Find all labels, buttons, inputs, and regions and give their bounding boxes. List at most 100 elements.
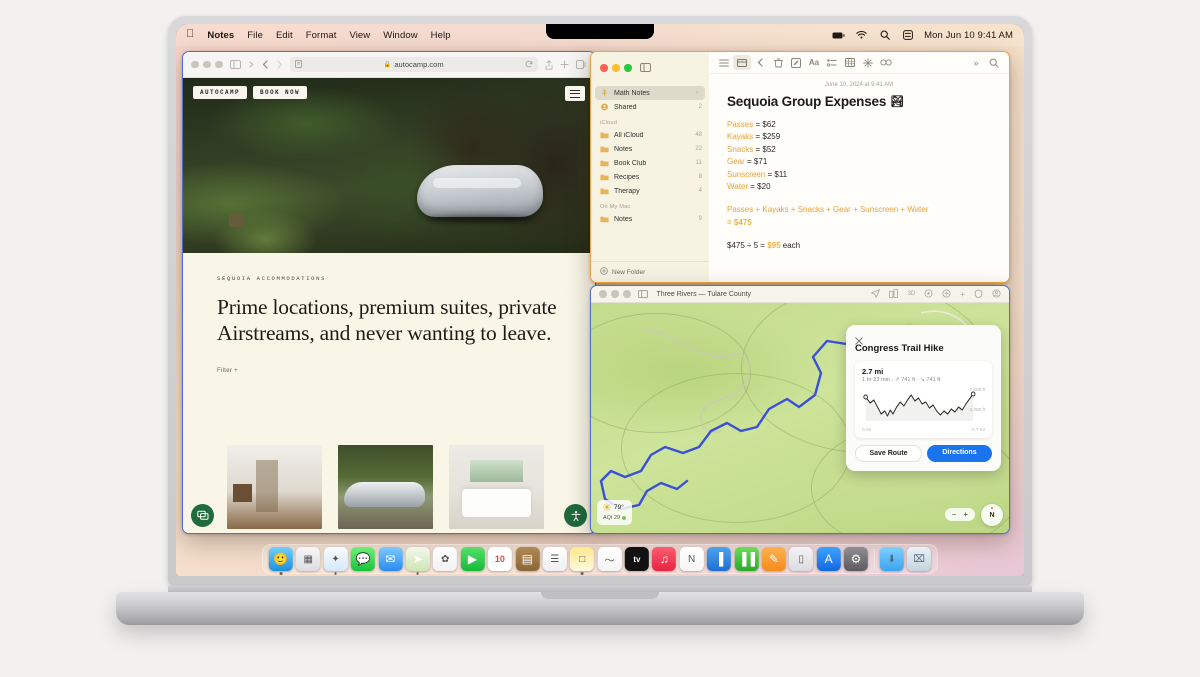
notes-window[interactable]: Math Notes › Shared 2 iCloud All iCloud … bbox=[590, 51, 1010, 283]
dock-item-appletv[interactable]: tv bbox=[624, 547, 649, 571]
list-view-icon[interactable] bbox=[715, 55, 733, 70]
chat-icon[interactable] bbox=[191, 504, 214, 527]
zoom-out-button[interactable]: − bbox=[952, 510, 957, 519]
address-bar[interactable]: 🔒 autocamp.com bbox=[289, 57, 538, 72]
map-zoom-control[interactable]: − + bbox=[944, 508, 975, 521]
hamburger-menu-icon[interactable] bbox=[565, 86, 585, 101]
save-route-button[interactable]: Save Route bbox=[855, 445, 922, 462]
dock-item-music[interactable]: ♫ bbox=[652, 547, 677, 571]
maps-traffic-lights[interactable] bbox=[599, 290, 631, 298]
gallery-view-icon[interactable] bbox=[733, 55, 751, 70]
sidebar-toggle-icon[interactable] bbox=[637, 286, 648, 303]
dock-item-messages[interactable]: 💬 bbox=[350, 547, 375, 571]
back-button[interactable] bbox=[262, 60, 269, 69]
wifi-icon[interactable] bbox=[855, 30, 868, 41]
compose-icon[interactable] bbox=[787, 55, 805, 70]
dock[interactable]: 🙂 ▦ ✦ 💬 ✉ ➤ ✿ ▶ 10 ▤ ☰ □ 〜 tv ♫ N ▐ ▐▐ ✎ ▯ A ⚙ ⬇ ⌧ bbox=[261, 544, 939, 574]
dock-item-reminders[interactable]: ☰ bbox=[542, 547, 567, 571]
table-icon[interactable] bbox=[841, 55, 859, 70]
menu-item-help[interactable]: Help bbox=[431, 30, 451, 41]
menu-bar-clock[interactable]: Mon Jun 10 9:41 AM bbox=[924, 30, 1013, 41]
apple-menu-icon[interactable]:  bbox=[186, 28, 194, 40]
back-chevron-icon[interactable] bbox=[751, 55, 769, 70]
sidebar-toggle-icon[interactable] bbox=[229, 60, 241, 69]
control-center-icon[interactable] bbox=[901, 30, 914, 41]
maps-window[interactable]: Three Rivers — Tulare County 3D + 79° AQ… bbox=[590, 285, 1010, 534]
attachment-icon[interactable] bbox=[859, 55, 877, 70]
battery-icon[interactable] bbox=[832, 30, 845, 41]
menu-item-window[interactable]: Window bbox=[383, 30, 417, 41]
dock-item-system-settings[interactable]: ⚙ bbox=[844, 547, 869, 571]
thumbnail-interior[interactable] bbox=[227, 445, 322, 529]
menu-item-format[interactable]: Format bbox=[306, 30, 337, 41]
reload-icon[interactable] bbox=[525, 60, 533, 70]
location-icon[interactable] bbox=[870, 286, 880, 303]
tab-overview-chevron-icon[interactable] bbox=[248, 61, 255, 68]
dock-item-maps[interactable]: ➤ bbox=[405, 547, 430, 571]
accessibility-icon[interactable] bbox=[564, 504, 587, 527]
dock-item-launchpad[interactable]: ▦ bbox=[296, 547, 321, 571]
safari-traffic-lights[interactable] bbox=[191, 60, 223, 69]
dock-item-photos[interactable]: ✿ bbox=[433, 547, 458, 571]
sidebar-toggle-icon[interactable] bbox=[639, 59, 651, 77]
dock-item-calendar[interactable]: 10 bbox=[487, 547, 512, 571]
dock-item-freeform[interactable]: 〜 bbox=[597, 547, 622, 571]
dock-item-keynote[interactable]: ▐ bbox=[707, 547, 732, 571]
map-canvas[interactable]: Giant Forest Trailhead 79° AQI 29 bbox=[591, 303, 1009, 533]
menu-item-file[interactable]: File bbox=[247, 30, 263, 41]
rotate-icon[interactable]: 3D bbox=[908, 291, 916, 297]
site-logo[interactable]: AUTOCAMP bbox=[193, 86, 248, 99]
dock-item-pages[interactable]: ✎ bbox=[761, 547, 786, 571]
dock-item-trash[interactable]: ⌧ bbox=[907, 547, 932, 571]
search-icon[interactable] bbox=[985, 55, 1003, 70]
collaborate-icon[interactable] bbox=[877, 55, 895, 70]
search-icon[interactable] bbox=[878, 30, 891, 41]
trail-detail-card[interactable]: Congress Trail Hike 2.7 mi 1 hr 23 min ·… bbox=[846, 325, 1001, 471]
account-icon[interactable] bbox=[992, 286, 1001, 303]
weather-widget[interactable]: 79° AQI 29 bbox=[597, 499, 633, 525]
close-icon[interactable] bbox=[855, 332, 863, 345]
book-now-button[interactable]: BOOK NOW bbox=[253, 86, 308, 99]
dock-item-mail[interactable]: ✉ bbox=[378, 547, 403, 571]
delete-icon[interactable] bbox=[769, 55, 787, 70]
compass-control[interactable]: N bbox=[981, 504, 1003, 526]
dock-item-notes[interactable]: □ bbox=[570, 547, 595, 571]
menu-item-edit[interactable]: Edit bbox=[276, 30, 293, 41]
share-icon[interactable] bbox=[942, 286, 951, 303]
menu-item-notes[interactable]: Notes bbox=[207, 30, 234, 41]
dock-item-news[interactable]: N bbox=[679, 547, 704, 571]
checklist-icon[interactable] bbox=[823, 55, 841, 70]
sidebar-item-math-notes[interactable]: Math Notes › bbox=[595, 86, 705, 100]
sidebar-item-book-club[interactable]: Book Club 11 bbox=[591, 156, 709, 170]
3d-icon[interactable] bbox=[888, 286, 899, 303]
dock-item-iphone-mirroring[interactable]: ▯ bbox=[789, 547, 814, 571]
filter-control[interactable]: Filter + bbox=[217, 368, 567, 374]
tab-grid-icon[interactable] bbox=[576, 60, 587, 69]
safari-window[interactable]: 🔒 autocamp.com AUTOCAMP BOOK NOW SEQUOIA… bbox=[182, 51, 596, 534]
menu-item-view[interactable]: View bbox=[349, 30, 370, 41]
reader-view-icon[interactable] bbox=[294, 59, 302, 70]
sidebar-item-all-icloud[interactable]: All iCloud 48 bbox=[591, 128, 709, 142]
dock-item-safari[interactable]: ✦ bbox=[323, 547, 348, 571]
share-icon[interactable] bbox=[545, 59, 553, 70]
dock-item-app-store[interactable]: A bbox=[816, 547, 841, 571]
sidebar-item-therapy[interactable]: Therapy 4 bbox=[591, 184, 709, 198]
look-around-icon[interactable] bbox=[924, 286, 933, 303]
forward-button[interactable] bbox=[276, 60, 283, 69]
more-icon[interactable]: » bbox=[967, 55, 985, 70]
new-tab-icon[interactable] bbox=[560, 60, 569, 69]
info-icon[interactable] bbox=[974, 286, 983, 303]
sidebar-item-local-notes[interactable]: Notes 9 bbox=[591, 212, 709, 226]
zoom-in-button[interactable]: + bbox=[963, 510, 968, 519]
notes-traffic-lights[interactable] bbox=[600, 64, 632, 72]
directions-button[interactable]: Directions bbox=[927, 445, 992, 462]
dock-item-finder[interactable]: 🙂 bbox=[268, 547, 293, 571]
format-icon[interactable]: Aa bbox=[805, 55, 823, 70]
sidebar-item-notes[interactable]: Notes 22 bbox=[591, 142, 709, 156]
thumbnail-exterior[interactable] bbox=[338, 445, 433, 529]
dock-item-contacts[interactable]: ▤ bbox=[515, 547, 540, 571]
note-content[interactable]: June 10, 2024 at 9:41 AM Sequoia Group E… bbox=[709, 74, 1009, 250]
dock-item-numbers[interactable]: ▐▐ bbox=[734, 547, 759, 571]
thumbnail-bedroom[interactable] bbox=[449, 445, 544, 529]
new-folder-button[interactable]: New Folder bbox=[591, 261, 709, 282]
